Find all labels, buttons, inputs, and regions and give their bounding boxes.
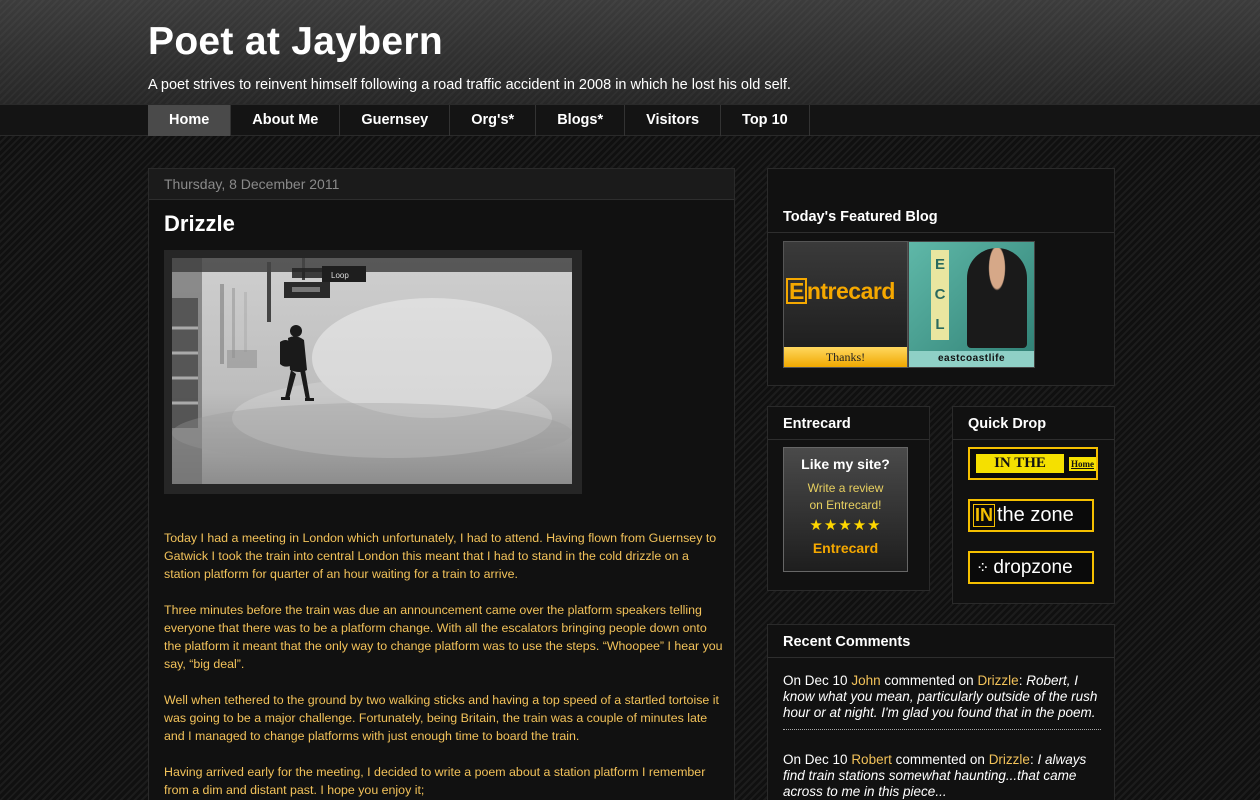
nav-bar: Home About Me Guernsey Org's* Blogs* Visitors… [0, 104, 1260, 136]
comment-item: On Dec 10 Robert commented on Drizzle: I… [783, 752, 1101, 800]
the-zone-drop-button[interactable]: IN the zone [968, 499, 1094, 532]
site-description: A poet strives to reinvent himself follo… [148, 77, 791, 93]
comment-author-link[interactable]: John [851, 673, 880, 688]
featured-blog-title: Today's Featured Blog [783, 209, 938, 225]
rating-stars-icon: ★★★★★ [809, 517, 882, 534]
comment-mid-text: commented on [884, 673, 974, 688]
ecl-letter: L [935, 316, 945, 333]
in-the-label: IN THE [976, 454, 1064, 473]
write-review-text: Write a review on Entrecard! [784, 480, 907, 514]
site-title[interactable]: Poet at Jaybern [148, 20, 443, 64]
nav-tab-top-10[interactable]: Top 10 [721, 105, 810, 136]
in-the-drop-button[interactable]: IN THE Home [968, 447, 1098, 480]
divider [953, 439, 1114, 440]
divider [768, 439, 929, 440]
entrecard-widget: Entrecard Like my site? Write a review o… [767, 406, 930, 591]
post-image-frame: Loop [164, 250, 582, 494]
eastcoastlife-panel: E C L eastcoastlife [908, 241, 1035, 368]
post-panel: Thursday, 8 December 2011 Drizzle Loop T… [148, 168, 735, 800]
entrecard-logo-panel: Entrecard Thanks! [783, 241, 908, 368]
eastcoastlife-label: eastcoastlife [909, 351, 1034, 367]
featured-blog-widget: Today's Featured Blog Entrecard Thanks! … [767, 168, 1115, 386]
comment-colon: : [1018, 673, 1023, 688]
dropzone-label: dropzone [993, 556, 1073, 578]
comment-post-link[interactable]: Drizzle [977, 673, 1018, 688]
entrecard-logo-rest: ntrecard [806, 278, 896, 304]
comment-post-link[interactable]: Drizzle [989, 752, 1030, 767]
snowy-platform-illustration: Loop [172, 258, 572, 484]
divider [768, 232, 1114, 233]
post-date: Thursday, 8 December 2011 [149, 169, 734, 200]
post-paragraph: Well when tethered to the ground by two … [164, 693, 719, 743]
recent-comments-widget: Recent Comments On Dec 10 John commented… [767, 624, 1115, 800]
ecl-letter: E [934, 256, 945, 273]
the-zone-label: the zone [997, 504, 1074, 526]
entrecard-review-badge[interactable]: Like my site? Write a review on Entrecar… [783, 447, 908, 572]
ecl-letters: E C L [931, 250, 949, 340]
post-paragraph: Having arrived early for the meeting, I … [164, 765, 706, 797]
quick-drop-widget: Quick Drop IN THE Home IN the zone ⁘ dropz… [952, 406, 1115, 604]
nav-tab-blogs[interactable]: Blogs* [536, 105, 626, 136]
quick-drop-title: Quick Drop [968, 416, 1047, 432]
post-title[interactable]: Drizzle [164, 211, 235, 237]
featured-blog-banner[interactable]: Entrecard Thanks! E C L eastcoastlife [783, 241, 1035, 368]
comment-item: On Dec 10 John commented on Drizzle: Rob… [783, 673, 1101, 730]
comment-mid-text: commented on [895, 752, 985, 767]
dropzone-drop-button[interactable]: ⁘ dropzone [968, 551, 1094, 584]
comment-author-link[interactable]: Robert [851, 752, 892, 767]
comment-colon: : [1029, 752, 1034, 767]
recent-comments-title: Recent Comments [783, 634, 911, 650]
station-sign-text: Loop [331, 271, 349, 280]
zone-in-label: IN [973, 504, 995, 527]
entrecard-widget-title: Entrecard [783, 416, 851, 432]
blog-header: Poet at Jaybern A poet strives to reinve… [0, 0, 1260, 104]
comment-date: On Dec 10 [783, 752, 848, 767]
entrecard-logo: Entrecard [786, 278, 895, 305]
entrecard-logo-e: E [786, 278, 807, 304]
post-image-snowy-platform[interactable]: Loop [172, 258, 572, 484]
thanks-label: Thanks! [784, 347, 907, 367]
post-body: Today I had a meeting in London which un… [164, 529, 724, 800]
nav-tab-guernsey[interactable]: Guernsey [340, 105, 451, 136]
write-review-line: Write a review [807, 481, 884, 495]
nav-tab-org-s[interactable]: Org's* [450, 105, 537, 136]
nav-tab-about-me[interactable]: About Me [231, 105, 341, 136]
nav-tab-home[interactable]: Home [148, 105, 232, 136]
nav-tab-visitors[interactable]: Visitors [625, 105, 722, 136]
dropzone-dots-icon: ⁘ [976, 559, 990, 577]
like-my-site-text: Like my site? [801, 456, 890, 472]
blogger-photo [967, 248, 1027, 348]
divider [768, 657, 1114, 658]
ecl-letter: C [934, 286, 946, 303]
home-link[interactable]: Home [1069, 456, 1096, 471]
post-paragraph: Three minutes before the train was due a… [164, 603, 723, 671]
comment-date: On Dec 10 [783, 673, 848, 688]
entrecard-mini-logo: Entrecard [812, 540, 879, 556]
nav-tabs: Home About Me Guernsey Org's* Blogs* Visitors… [148, 105, 810, 137]
post-paragraph: Today I had a meeting in London which un… [164, 531, 717, 581]
write-review-line: on Entrecard! [809, 498, 882, 512]
